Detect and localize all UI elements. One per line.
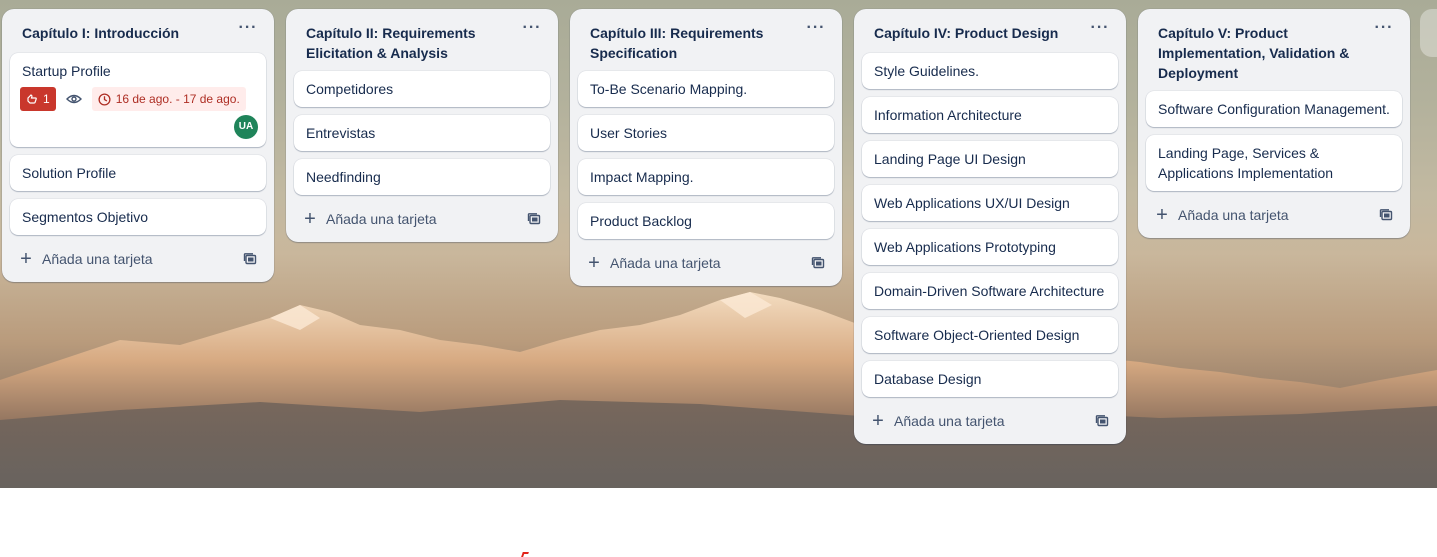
list-menu-icon[interactable]: ··· (804, 20, 828, 41)
watch-eye-icon (62, 87, 86, 111)
create-from-template-icon[interactable] (524, 209, 544, 229)
card-badges: 1 16 de ago. - 17 de ago. (20, 87, 254, 111)
card-landing-page-ui-design[interactable]: Landing Page UI Design (862, 141, 1118, 177)
list-footer: + Añada una tarjeta (10, 237, 266, 274)
plus-icon: + (1156, 204, 1168, 226)
list-requirements-elicitation: Capítulo II: Requirements Elicitation & … (286, 9, 558, 242)
list-header[interactable]: Capítulo III: Requirements Specification… (578, 9, 834, 71)
plus-icon: + (588, 252, 600, 274)
list-menu-icon[interactable]: ··· (520, 20, 544, 41)
plus-icon: + (872, 410, 884, 432)
card-to-be-scenario-mapping[interactable]: To-Be Scenario Mapping. (578, 71, 834, 107)
list-footer: + Añada una tarjeta (1146, 193, 1402, 230)
create-from-template-icon[interactable] (1376, 205, 1396, 225)
add-card-button[interactable]: + Añada una tarjeta (870, 407, 1005, 435)
card-domain-driven-software-architecture[interactable]: Domain-Driven Software Architecture (862, 273, 1118, 309)
page-below-board (0, 488, 1437, 557)
add-card-button[interactable]: + Añada una tarjeta (1154, 201, 1289, 229)
list-footer: + Añada una tarjeta (294, 197, 550, 234)
list-title[interactable]: Capítulo V: Product Implementation, Vali… (1158, 23, 1362, 83)
list-title[interactable]: Capítulo I: Introducción (22, 23, 226, 43)
vote-icon (27, 94, 37, 104)
card-list: Style Guidelines. Information Architectu… (862, 53, 1118, 397)
list-title[interactable]: Capítulo IV: Product Design (874, 23, 1078, 43)
card-list: Software Configuration Management. Landi… (1146, 91, 1402, 191)
add-card-label: Añada una tarjeta (326, 211, 437, 227)
add-card-label: Añada una tarjeta (610, 255, 721, 271)
create-from-template-icon[interactable] (1092, 411, 1112, 431)
card-web-applications-ux-ui-design[interactable]: Web Applications UX/UI Design (862, 185, 1118, 221)
card-segmentos-objetivo[interactable]: Segmentos Objetivo (10, 199, 266, 235)
clock-icon (98, 92, 111, 106)
add-card-label: Añada una tarjeta (894, 413, 1005, 429)
list-product-design: Capítulo IV: Product Design ··· Style Gu… (854, 9, 1126, 444)
due-date-text: 16 de ago. - 17 de ago. (115, 92, 240, 106)
plus-icon: + (20, 248, 32, 270)
list-title[interactable]: Capítulo II: Requirements Elicitation & … (306, 23, 510, 63)
card-list: To-Be Scenario Mapping. User Stories Imp… (578, 71, 834, 239)
list-menu-icon[interactable]: ··· (1372, 20, 1396, 41)
card-list: Competidores Entrevistas Needfinding (294, 71, 550, 195)
list-header[interactable]: Capítulo II: Requirements Elicitation & … (294, 9, 550, 71)
due-date-badge[interactable]: 16 de ago. - 17 de ago. (91, 87, 246, 111)
list-header[interactable]: Capítulo V: Product Implementation, Vali… (1146, 9, 1402, 91)
card-software-configuration-management[interactable]: Software Configuration Management. (1146, 91, 1402, 127)
add-card-label: Añada una tarjeta (1178, 207, 1289, 223)
add-list-button[interactable] (1420, 9, 1437, 57)
card-style-guidelines[interactable]: Style Guidelines. (862, 53, 1118, 89)
card-competidores[interactable]: Competidores (294, 71, 550, 107)
card-landing-page-services-implementation[interactable]: Landing Page, Services & Applications Im… (1146, 135, 1402, 191)
list-menu-icon[interactable]: ··· (236, 20, 260, 41)
card-impact-mapping[interactable]: Impact Mapping. (578, 159, 834, 195)
create-from-template-icon[interactable] (808, 253, 828, 273)
add-card-button[interactable]: + Añada una tarjeta (18, 245, 153, 273)
list-header[interactable]: Capítulo IV: Product Design ··· (862, 9, 1118, 53)
board-lists: Capítulo I: Introducción ··· Startup Pro… (0, 0, 1437, 488)
card-solution-profile[interactable]: Solution Profile (10, 155, 266, 191)
list-footer: + Añada una tarjeta (578, 241, 834, 278)
add-card-label: Añada una tarjeta (42, 251, 153, 267)
card-software-object-oriented-design[interactable]: Software Object-Oriented Design (862, 317, 1118, 353)
card-user-stories[interactable]: User Stories (578, 115, 834, 151)
avatar[interactable]: UA (234, 115, 258, 139)
add-card-button[interactable]: + Añada una tarjeta (586, 249, 721, 277)
card-entrevistas[interactable]: Entrevistas (294, 115, 550, 151)
card-needfinding[interactable]: Needfinding (294, 159, 550, 195)
card-web-applications-prototyping[interactable]: Web Applications Prototyping (862, 229, 1118, 265)
create-from-template-icon[interactable] (240, 249, 260, 269)
card-startup-profile[interactable]: Startup Profile 1 16 de ago. - 17 de ago… (10, 53, 266, 147)
card-members: UA (22, 115, 258, 139)
vote-count: 1 (43, 92, 50, 106)
card-product-backlog[interactable]: Product Backlog (578, 203, 834, 239)
list-requirements-specification: Capítulo III: Requirements Specification… (570, 9, 842, 286)
list-title[interactable]: Capítulo III: Requirements Specification (590, 23, 794, 63)
list-introduccion: Capítulo I: Introducción ··· Startup Pro… (2, 9, 274, 282)
vote-badge: 1 (20, 87, 56, 111)
card-information-architecture[interactable]: Information Architecture (862, 97, 1118, 133)
list-header[interactable]: Capítulo I: Introducción ··· (10, 9, 266, 53)
plus-icon: + (304, 208, 316, 230)
card-title: Startup Profile (22, 63, 111, 79)
list-footer: + Añada una tarjeta (862, 399, 1118, 436)
card-database-design[interactable]: Database Design (862, 361, 1118, 397)
add-card-button[interactable]: + Añada una tarjeta (302, 205, 437, 233)
card-list: Startup Profile 1 16 de ago. - 17 de ago… (10, 53, 266, 235)
list-menu-icon[interactable]: ··· (1088, 20, 1112, 41)
list-product-implementation: Capítulo V: Product Implementation, Vali… (1138, 9, 1410, 238)
